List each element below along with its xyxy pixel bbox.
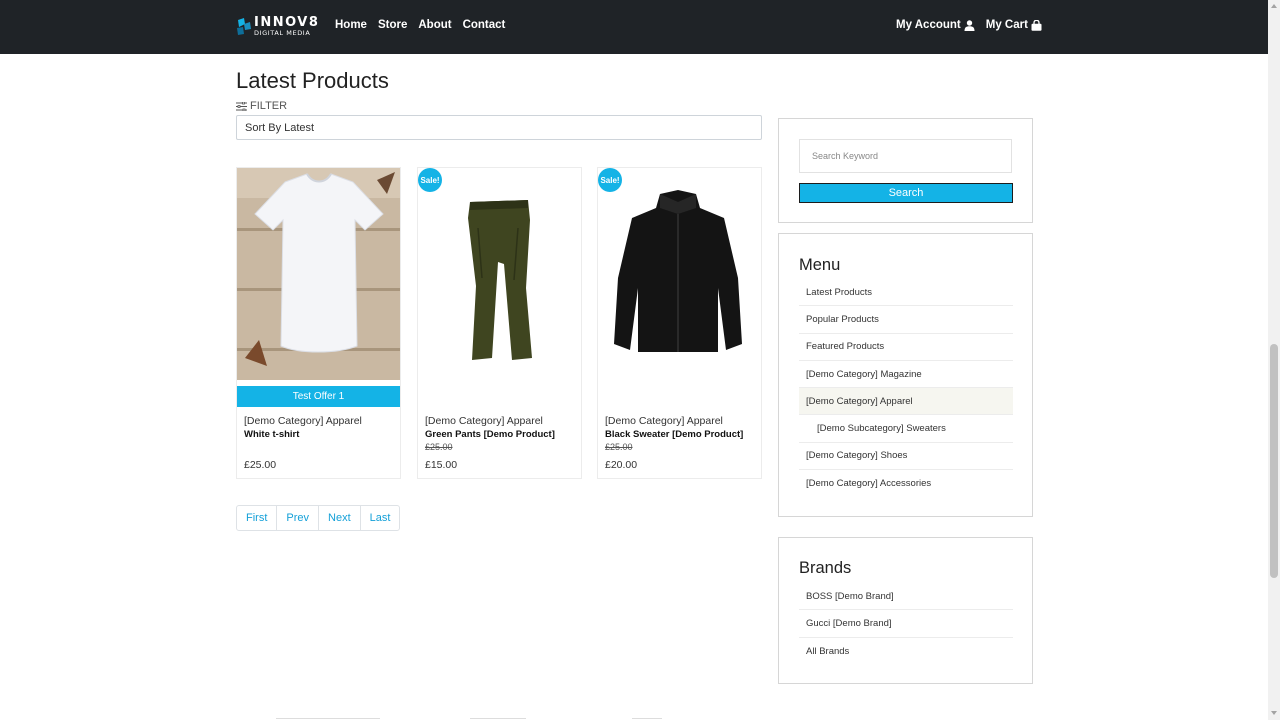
logo-text: INNOV8	[254, 15, 320, 30]
sale-badge: Sale!	[418, 168, 442, 192]
scroll-up-arrow-icon[interactable]	[1271, 4, 1277, 8]
product-category[interactable]: [Demo Category] Apparel	[244, 415, 362, 427]
search-panel: Search Keyword Search	[778, 118, 1033, 223]
pagination-last[interactable]: Last	[361, 506, 400, 530]
offer-banner[interactable]: Test Offer 1	[237, 386, 400, 407]
nav-store[interactable]: Store	[378, 19, 407, 31]
brand-item[interactable]: BOSS [Demo Brand]	[799, 583, 1013, 611]
filter-label: FILTER	[250, 100, 288, 112]
menu-title: Menu	[799, 256, 841, 274]
product-category[interactable]: [Demo Category] Apparel	[605, 415, 723, 427]
pagination-next[interactable]: Next	[319, 506, 361, 530]
menu-item[interactable]: [Demo Category] Accessories	[799, 470, 1013, 497]
sale-badge: Sale!	[598, 168, 622, 192]
sliders-icon	[236, 101, 247, 111]
brands-list: BOSS [Demo Brand] Gucci [Demo Brand] All…	[799, 583, 1013, 665]
menu-list: Latest Products Popular Products Feature…	[799, 279, 1013, 497]
menu-item[interactable]: [Demo Category] Shoes	[799, 443, 1013, 471]
product-name[interactable]: Black Sweater [Demo Product]	[605, 429, 743, 440]
pagination: First Prev Next Last	[236, 505, 401, 531]
menu-item[interactable]: Latest Products	[799, 279, 1013, 307]
page-scrollbar[interactable]	[1268, 0, 1280, 720]
brand-item[interactable]: All Brands	[799, 638, 1013, 665]
menu-item[interactable]: Popular Products	[799, 306, 1013, 334]
product-old-price: £25.00	[605, 442, 633, 452]
product-image[interactable]	[598, 168, 761, 380]
product-image[interactable]	[418, 168, 581, 380]
product-card[interactable]: Sale! [Demo Category] Apparel Green Pant…	[417, 167, 582, 479]
nav-contact[interactable]: Contact	[463, 19, 506, 31]
brand-item[interactable]: Gucci [Demo Brand]	[799, 610, 1013, 638]
account-nav: My Account My Cart	[896, 19, 1042, 31]
product-card[interactable]: Test Offer 1 [Demo Category] Apparel Whi…	[236, 167, 401, 479]
nav-about[interactable]: About	[418, 19, 451, 31]
menu-item-active[interactable]: [Demo Category] Apparel	[799, 388, 1013, 416]
my-cart-link[interactable]: My Cart	[986, 19, 1042, 31]
product-price: £25.00	[244, 459, 277, 471]
filter-toggle[interactable]: FILTER	[236, 100, 287, 112]
pagination-prev[interactable]: Prev	[277, 506, 320, 530]
product-price: £20.00	[605, 459, 638, 471]
product-image[interactable]	[237, 168, 400, 380]
brands-title: Brands	[799, 559, 852, 577]
product-category[interactable]: [Demo Category] Apparel	[425, 415, 543, 427]
product-card[interactable]: Sale! [Demo Category] Apparel Black Swea…	[597, 167, 762, 479]
top-navbar: INNOV8 DIGITAL MEDIA Home Store About Co…	[0, 0, 1268, 54]
product-name[interactable]: White t-shirt	[244, 429, 299, 440]
menu-item[interactable]: Featured Products	[799, 334, 1013, 361]
pagination-first[interactable]: First	[237, 506, 278, 530]
my-account-link[interactable]: My Account	[896, 19, 975, 31]
search-input[interactable]: Search Keyword	[799, 139, 1012, 173]
shopping-bag-icon	[1031, 19, 1042, 31]
logo-subtext: DIGITAL MEDIA	[254, 29, 311, 37]
menu-subitem[interactable]: [Demo Subcategory] Sweaters	[799, 415, 1013, 443]
menu-panel: Menu Latest Products Popular Products Fe…	[778, 233, 1033, 517]
brands-panel: Brands BOSS [Demo Brand] Gucci [Demo Bra…	[778, 537, 1033, 684]
product-name[interactable]: Green Pants [Demo Product]	[425, 429, 555, 440]
search-button[interactable]: Search	[799, 183, 1013, 203]
product-price: £15.00	[425, 459, 458, 471]
logo-mark-icon	[237, 18, 251, 35]
sort-select[interactable]: Sort By Latest	[236, 115, 762, 140]
scroll-thumb[interactable]	[1270, 344, 1278, 578]
user-icon	[964, 19, 975, 31]
page-title: Latest Products	[236, 68, 389, 93]
my-account-label[interactable]: My Account	[896, 19, 961, 31]
product-old-price: £25.00	[425, 442, 453, 452]
main-nav: Home Store About Contact	[335, 19, 505, 31]
site-logo[interactable]: INNOV8 DIGITAL MEDIA	[236, 16, 322, 40]
menu-item[interactable]: [Demo Category] Magazine	[799, 361, 1013, 389]
my-cart-label[interactable]: My Cart	[986, 19, 1028, 31]
scroll-down-arrow-icon[interactable]	[1271, 711, 1277, 715]
nav-home[interactable]: Home	[335, 19, 367, 31]
